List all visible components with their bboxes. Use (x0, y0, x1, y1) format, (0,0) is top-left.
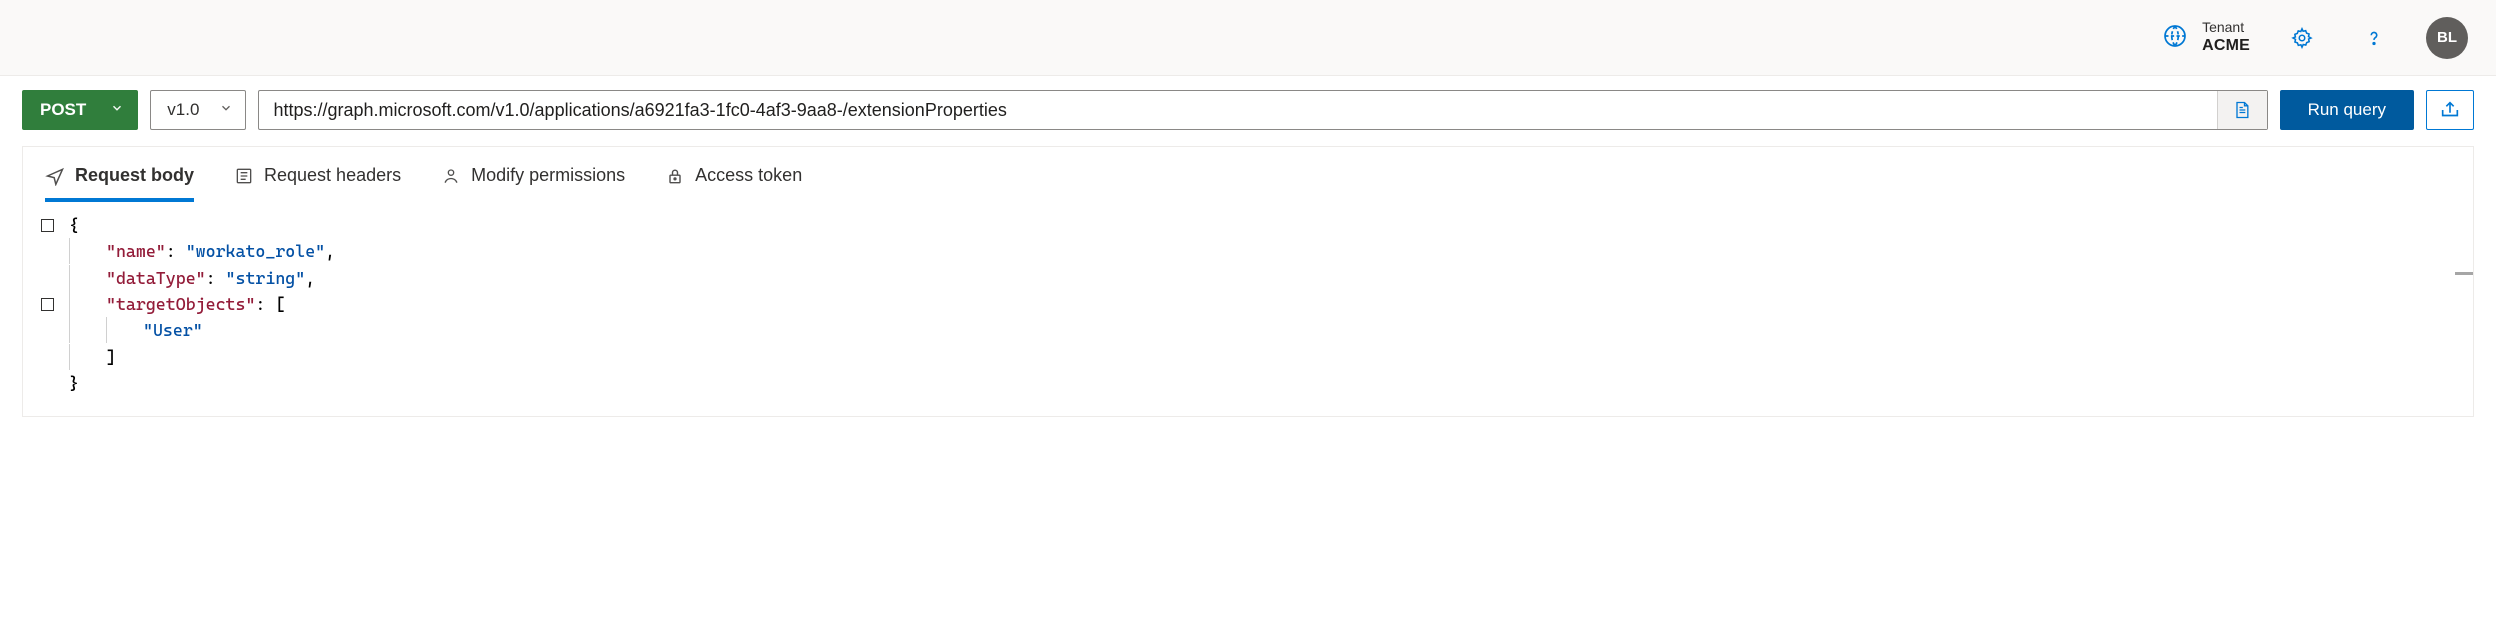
lock-icon (665, 166, 685, 186)
tab-access-token[interactable]: Access token (665, 165, 802, 202)
tab-modify-permissions[interactable]: Modify permissions (441, 165, 625, 202)
tab-request-body[interactable]: Request body (45, 165, 194, 202)
fold-toggle[interactable] (41, 212, 69, 238)
tab-label: Access token (695, 165, 802, 186)
fold-toggle (41, 238, 69, 264)
avatar-initials: BL (2437, 29, 2457, 46)
avatar[interactable]: BL (2426, 17, 2468, 59)
query-bar: POST v1.0 Run query (0, 76, 2496, 144)
request-panel: Request body Request headers Modify perm… (22, 146, 2474, 417)
tenant-switcher[interactable]: Tenant ACME (2162, 18, 2250, 57)
api-version-select[interactable]: v1.0 (150, 90, 246, 130)
run-query-button[interactable]: Run query (2280, 90, 2414, 130)
url-input[interactable] (259, 91, 2216, 129)
fold-toggle (41, 344, 69, 370)
documentation-button[interactable] (2217, 91, 2267, 129)
code-line-text: "User" (69, 317, 203, 343)
code-line-text: { (69, 212, 79, 238)
url-input-wrap (258, 90, 2267, 130)
fold-toggle (41, 265, 69, 291)
tab-label: Request body (75, 165, 194, 186)
tenant-text: Tenant ACME (2202, 18, 2250, 57)
settings-button[interactable] (2282, 18, 2322, 58)
http-method-value: POST (40, 100, 86, 120)
tenant-name: ACME (2202, 36, 2250, 57)
permissions-icon (441, 166, 461, 186)
headers-icon (234, 166, 254, 186)
http-method-select[interactable]: POST (22, 90, 138, 130)
tabs: Request body Request headers Modify perm… (23, 147, 2473, 202)
chevron-down-icon (219, 100, 233, 120)
fold-toggle[interactable] (41, 291, 69, 317)
send-icon (45, 166, 65, 186)
chevron-down-icon (110, 100, 124, 120)
request-body-editor[interactable]: {"name": "workato_role","dataType": "str… (23, 202, 2473, 416)
tenant-label: Tenant (2202, 18, 2250, 36)
app-header: Tenant ACME BL (0, 0, 2496, 76)
help-button[interactable] (2354, 18, 2394, 58)
tab-label: Request headers (264, 165, 401, 186)
tenant-icon (2162, 23, 2188, 52)
code-line-text: ] (69, 344, 116, 370)
code-line-text: } (69, 370, 79, 396)
share-button[interactable] (2426, 90, 2474, 130)
fold-toggle (41, 370, 69, 396)
fold-toggle (41, 317, 69, 343)
code-line-text: "dataType": "string", (69, 265, 315, 291)
code-line-text: "name": "workato_role", (69, 238, 335, 264)
tab-label: Modify permissions (471, 165, 625, 186)
tab-request-headers[interactable]: Request headers (234, 165, 401, 202)
api-version-value: v1.0 (167, 100, 199, 120)
code-line-text: "targetObjects": [ (69, 291, 285, 317)
minimap-marker (2455, 272, 2473, 275)
